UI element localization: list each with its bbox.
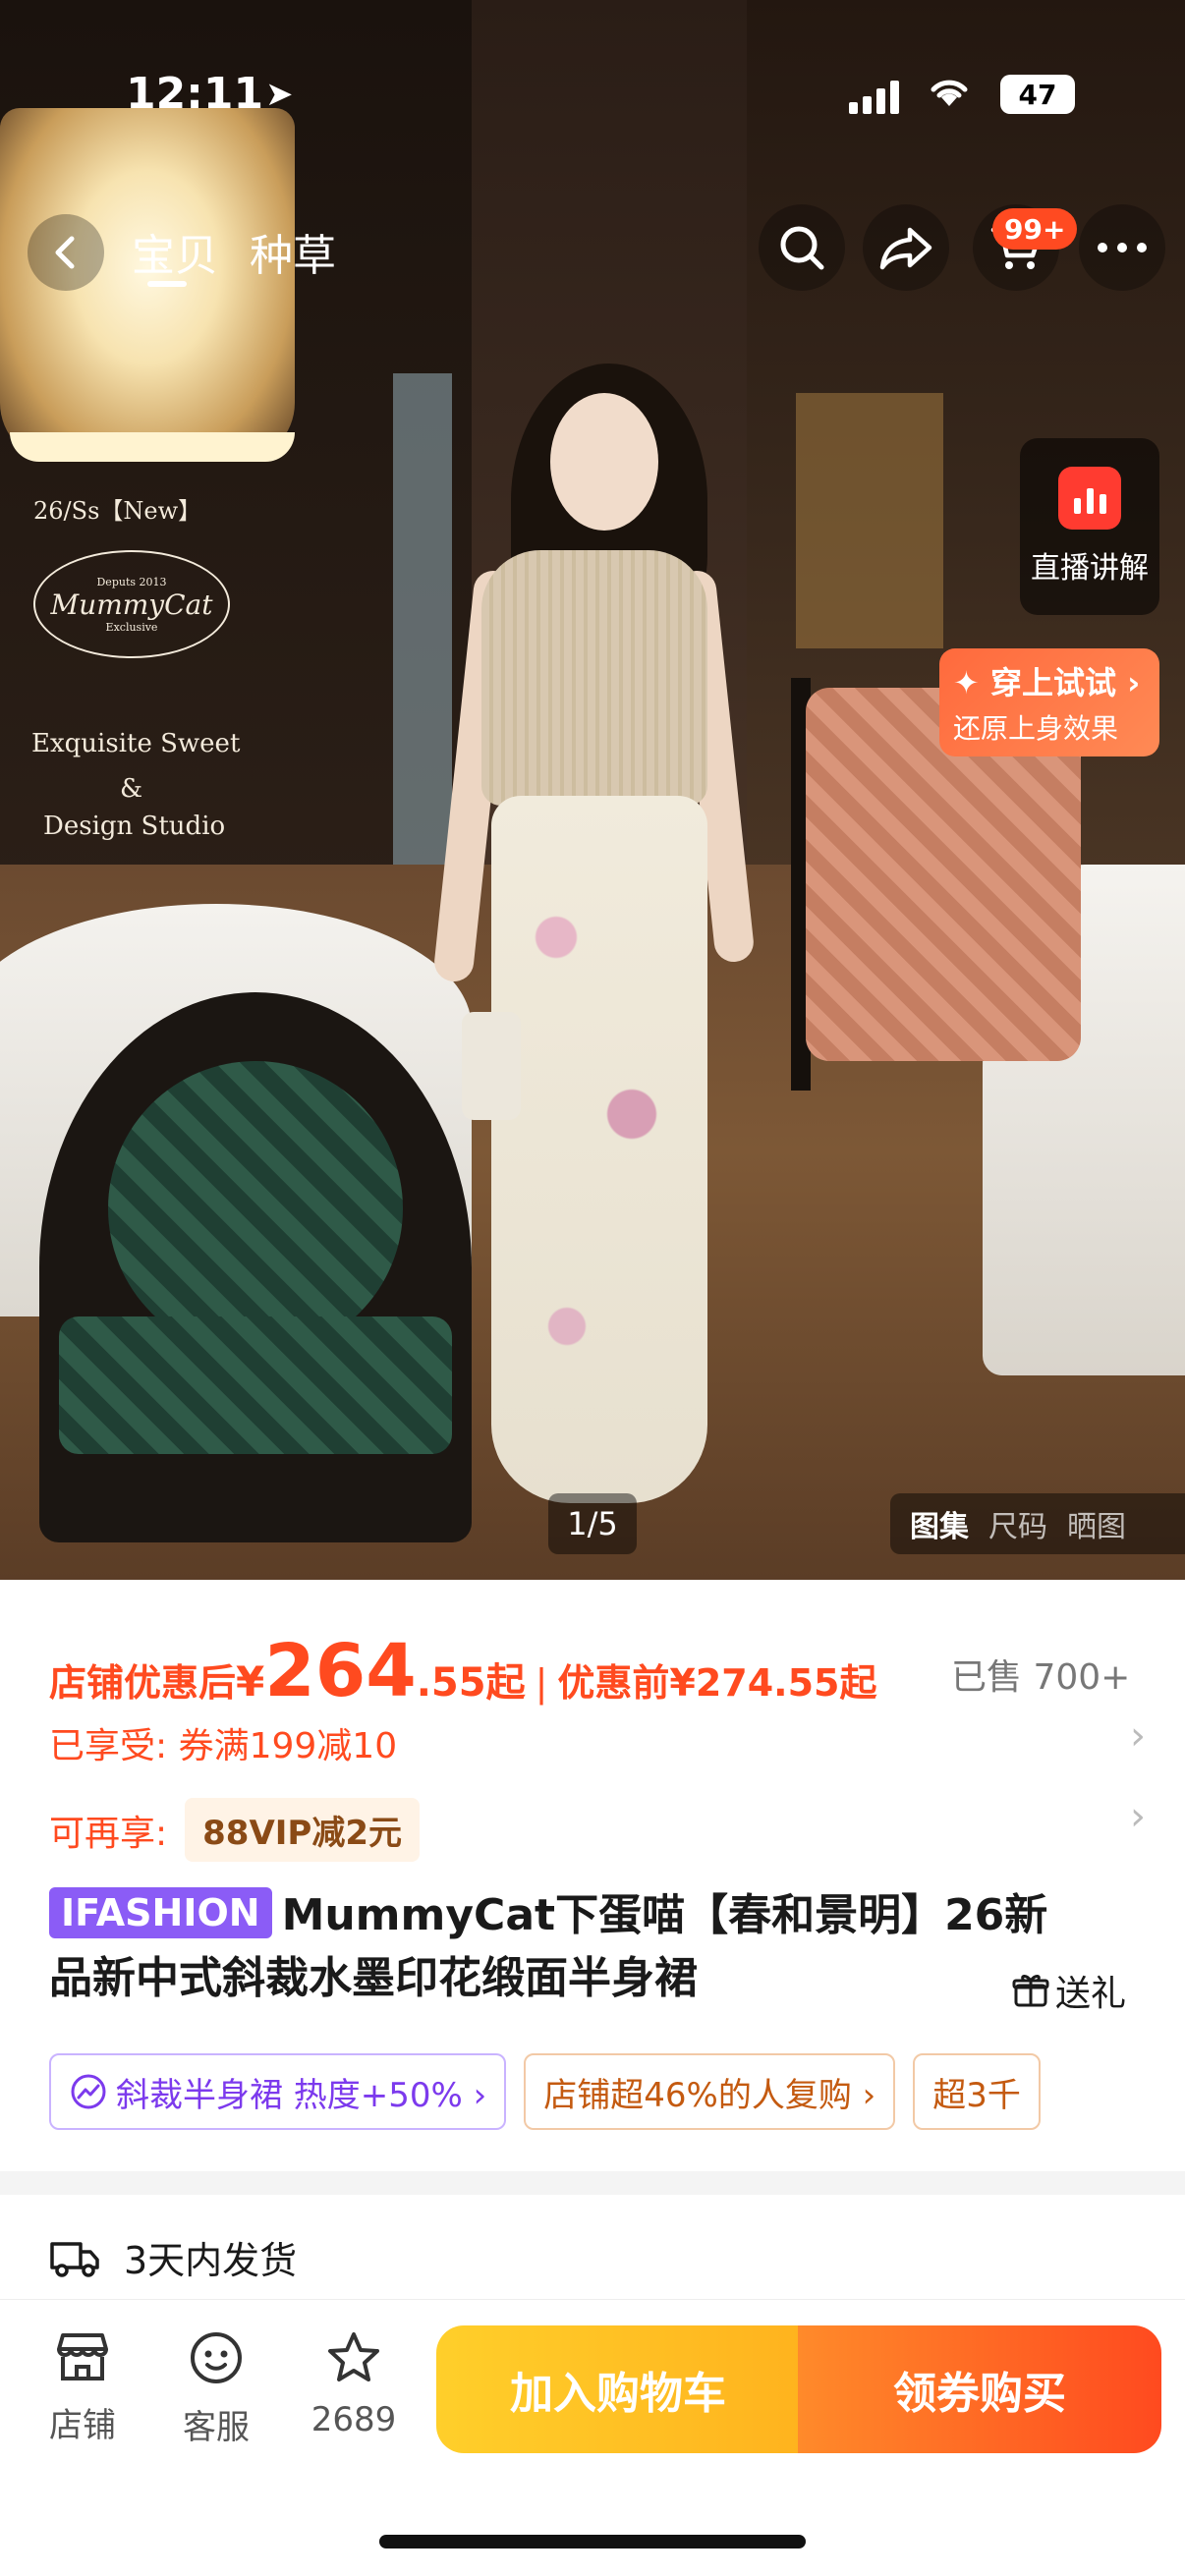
- shipping-row[interactable]: 3天内发货: [49, 2230, 297, 2284]
- vip-discount-chip: 88VIP减2元: [185, 1798, 420, 1862]
- search-button[interactable]: [759, 204, 845, 291]
- section-divider: [0, 2171, 1185, 2195]
- tab-recommend[interactable]: 种草: [250, 220, 336, 283]
- buy-with-coupon-button[interactable]: 领券购买: [798, 2325, 1161, 2453]
- product-title: IFASHION MummyCat下蛋喵【春和景明】26新品新中式斜裁水墨印花缎面…: [49, 1884, 1091, 2010]
- model-top: [481, 550, 707, 806]
- favorite-count: 2689: [310, 2400, 397, 2439]
- model-face: [550, 393, 658, 531]
- image-page-counter: 1/5: [548, 1493, 637, 1554]
- ifashion-tag: IFASHION: [49, 1887, 272, 1938]
- price-currency: ¥: [236, 1657, 265, 1706]
- product-info: 店铺优惠后 ¥ 264 .55起 | 优惠前¥274.55起 已售 700+ 已…: [0, 1580, 1185, 2171]
- wifi-icon: [928, 73, 971, 117]
- try-on-button[interactable]: ✦ 穿上试试 › 还原上身效果: [939, 648, 1159, 756]
- more-icon: [1098, 243, 1147, 252]
- cart-count-badge: 99+: [992, 208, 1078, 250]
- gallery-tab-album[interactable]: 图集: [910, 1502, 969, 1545]
- gift-button[interactable]: 送礼: [1012, 1965, 1126, 2016]
- chip-repurchase[interactable]: 店铺超46%的人复购 ›: [524, 2053, 896, 2130]
- extra-discount-label: 可再享:: [49, 1813, 168, 1854]
- brand-tagline: Design Studio: [43, 812, 226, 841]
- bg-lamp-base: [10, 432, 295, 462]
- truck-icon: [50, 2241, 99, 2277]
- bg-pillar: [393, 373, 452, 884]
- gift-icon: [1012, 1975, 1049, 2007]
- chip-repurchase-text: 店铺超46%的人复购 ›: [543, 2075, 876, 2115]
- bg-window: [796, 393, 943, 648]
- bg-chair-back: [108, 1061, 403, 1356]
- add-to-cart-button[interactable]: 加入购物车: [436, 2325, 800, 2453]
- gallery-tab-reviews[interactable]: 晒图: [1067, 1502, 1126, 1545]
- back-button[interactable]: [28, 214, 104, 291]
- brand-tagline-amp: &: [120, 774, 143, 804]
- chip-trend[interactable]: 斜裁半身裙 热度+50% ›: [49, 2053, 507, 2130]
- gallery-tabs: 图集 尺码 晒图: [890, 1493, 1185, 1554]
- coupon-enjoyed-row[interactable]: 已享受: 券满199减10: [49, 1717, 397, 1768]
- store-button[interactable]: 店铺: [24, 2329, 141, 2446]
- brand-logo-top: Deputs 2013: [96, 575, 167, 588]
- price-label: 店铺优惠后: [49, 1661, 237, 1705]
- service-icon: [191, 2332, 242, 2383]
- back-icon: [55, 236, 75, 269]
- share-button[interactable]: [863, 204, 949, 291]
- favorite-button[interactable]: 2689: [295, 2329, 413, 2439]
- tab-underline: [147, 281, 187, 287]
- price-decimal: .55起: [416, 1660, 526, 1706]
- live-label: 直播讲解: [1031, 551, 1149, 586]
- location-arrow-icon: ➤: [265, 75, 294, 114]
- home-indicator: [379, 2535, 806, 2548]
- more-button[interactable]: [1079, 204, 1165, 291]
- brand-season: 26/Ss【New】: [33, 497, 202, 525]
- battery-indicator: 47: [1000, 75, 1075, 114]
- price-integer: 264: [264, 1629, 417, 1713]
- gallery-tab-size[interactable]: 尺码: [988, 1502, 1047, 1545]
- status-time: 12:11: [126, 69, 264, 119]
- signal-icon: [849, 79, 908, 114]
- brand-tagline: Exquisite Sweet: [31, 729, 241, 758]
- price-row: 店铺优惠后 ¥ 264 .55起 | 优惠前¥274.55起: [49, 1629, 876, 1713]
- coupon-enjoyed-text: 已享受: 券满199减10: [49, 1726, 398, 1766]
- search-icon: [780, 226, 824, 270]
- trend-icon: [71, 2074, 106, 2109]
- store-icon: [57, 2333, 108, 2380]
- tag-chips: 斜裁半身裙 热度+50% › 店铺超46%的人复购 › 超3千: [49, 2053, 1185, 2132]
- chevron-right-icon: ›: [1130, 1794, 1146, 1839]
- live-icon: [1058, 467, 1121, 530]
- share-icon: [879, 227, 932, 270]
- chip-more-text: 超3千: [932, 2075, 1021, 2115]
- service-label: 客服: [183, 2408, 250, 2447]
- brand-logo: Deputs 2013 MummyCat Exclusive: [33, 550, 230, 658]
- chip-trend-text: 斜裁半身裙 热度+50% ›: [116, 2075, 487, 2115]
- extra-discount-row[interactable]: 可再享: 88VIP减2元: [49, 1798, 420, 1862]
- sold-count: 已售 700+: [951, 1657, 1131, 1698]
- gift-label: 送礼: [1055, 1974, 1127, 2014]
- bg-chair-seat: [59, 1316, 452, 1454]
- star-icon: [328, 2332, 379, 2381]
- service-button[interactable]: 客服: [157, 2329, 275, 2448]
- chevron-right-icon: ›: [1130, 1713, 1146, 1759]
- store-label: 店铺: [49, 2406, 116, 2445]
- model-skirt: [491, 796, 707, 1503]
- live-explain-button[interactable]: 直播讲解: [1020, 438, 1159, 615]
- chip-more[interactable]: 超3千: [913, 2053, 1041, 2130]
- brand-logo-bottom: Exclusive: [105, 620, 158, 634]
- model-bag: [462, 1012, 521, 1120]
- price-before-discount: 优惠前¥274.55起: [557, 1661, 877, 1705]
- try-on-title: ✦ 穿上试试 ›: [953, 664, 1141, 701]
- shipping-text: 3天内发货: [124, 2239, 298, 2282]
- try-on-subtitle: 还原上身效果: [953, 712, 1119, 745]
- tab-product[interactable]: 宝贝: [132, 220, 218, 283]
- brand-logo-name: MummyCat: [50, 588, 213, 621]
- price-separator: |: [535, 1661, 548, 1705]
